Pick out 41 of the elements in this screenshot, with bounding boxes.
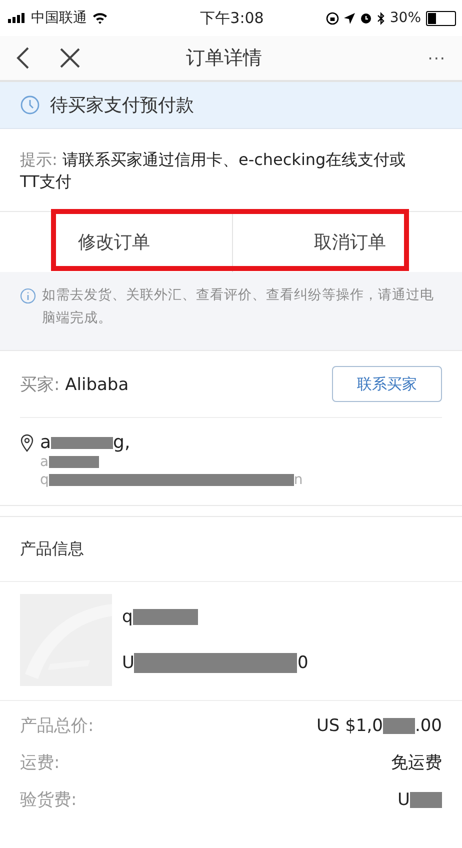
address-text: a — [40, 432, 52, 453]
cost-value: US $1,0 — [316, 716, 383, 736]
cost-value: U — [398, 790, 410, 810]
cost-value: 免运费 — [391, 752, 442, 774]
cost-label: 验货费: — [20, 789, 77, 811]
address-text: n — [294, 471, 303, 489]
battery-percent: 30% — [390, 10, 421, 26]
carrier-name: 中国联通 — [31, 9, 87, 27]
bluetooth-icon — [376, 12, 385, 24]
product-price: U — [122, 653, 134, 673]
contact-buyer-button[interactable]: 联系买家 — [332, 366, 442, 402]
section-title: 产品信息 — [0, 517, 462, 582]
status-time: 下午3:08 — [200, 8, 264, 28]
buyer-name: 买家: Alibaba — [20, 374, 129, 396]
address-text: a — [40, 453, 49, 471]
wifi-icon — [92, 12, 108, 24]
cost-label: 产品总价: — [20, 715, 94, 737]
status-text: 待买家支付预付款 — [50, 94, 194, 117]
battery-icon — [426, 10, 456, 26]
info-icon — [20, 288, 36, 304]
more-button[interactable]: ··· — [428, 48, 446, 68]
signal-icon — [8, 13, 26, 23]
back-icon[interactable] — [16, 47, 30, 69]
product-name: q — [122, 607, 133, 627]
alarm-icon — [360, 12, 372, 24]
tip-text: 提示: 请联系买家通过信用卡、e-checking在线支付或TT支付 — [20, 150, 406, 191]
rotation-lock-icon — [326, 12, 339, 24]
cost-value: .00 — [414, 716, 442, 736]
redaction-bar — [132, 609, 198, 625]
address-text: g, — [113, 432, 130, 453]
redaction-bar — [51, 436, 114, 448]
product-price: 0 — [297, 653, 308, 673]
address-text: q — [40, 471, 49, 489]
location-icon — [344, 12, 355, 24]
page-title: 订单详情 — [186, 46, 262, 71]
close-icon[interactable] — [60, 48, 80, 68]
redaction-bar — [48, 456, 99, 468]
info-note: 如需去发货、关联外汇、查看评价、查看纠纷等操作，请通过电脑端完成。 — [42, 286, 435, 328]
cost-label: 运费: — [20, 752, 60, 774]
location-pin-icon — [20, 434, 34, 452]
clock-icon — [20, 95, 40, 115]
